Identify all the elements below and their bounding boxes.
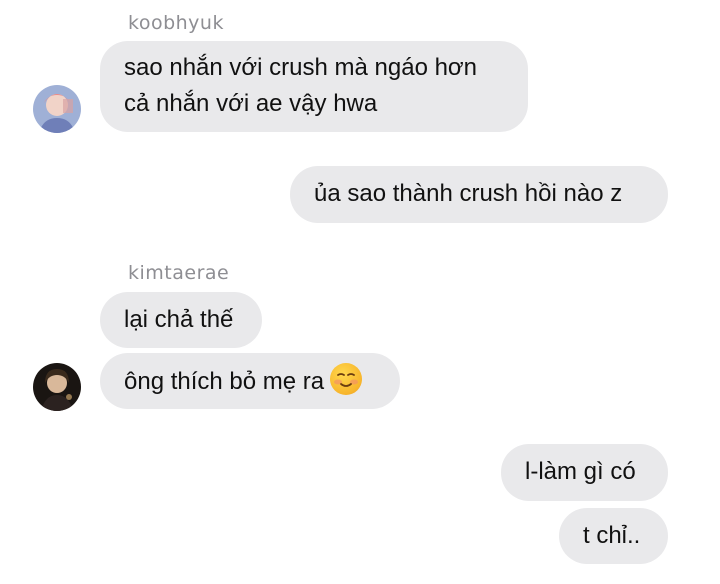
message-bubble-received[interactable]: ông thích bỏ mẹ ra: [100, 353, 400, 409]
message-bubble-received[interactable]: lại chả thế: [100, 292, 262, 348]
message-bubble-sent[interactable]: ủa sao thành crush hồi nào z: [290, 166, 668, 223]
message-line: cả nhắn với ae vậy hwa: [124, 90, 378, 117]
message-bubble-received[interactable]: sao nhắn với crush mà ngáo hơn cả nhắn v…: [100, 41, 528, 132]
sender-name-koobhyuk: koobhyuk: [128, 12, 224, 34]
message-bubble-sent[interactable]: t chỉ..: [559, 508, 668, 564]
message-text: ông thích bỏ mẹ ra: [124, 368, 325, 395]
message-bubble-sent[interactable]: l-làm gì có: [501, 444, 668, 501]
sender-name-kimtaerae: kimtaerae: [128, 262, 230, 284]
message-line: sao nhắn với crush mà ngáo hơn: [124, 54, 478, 81]
avatar-koobhyuk[interactable]: [33, 85, 81, 133]
avatar-kimtaerae[interactable]: [33, 363, 81, 411]
smiling-face-emoji-icon: [330, 363, 363, 395]
